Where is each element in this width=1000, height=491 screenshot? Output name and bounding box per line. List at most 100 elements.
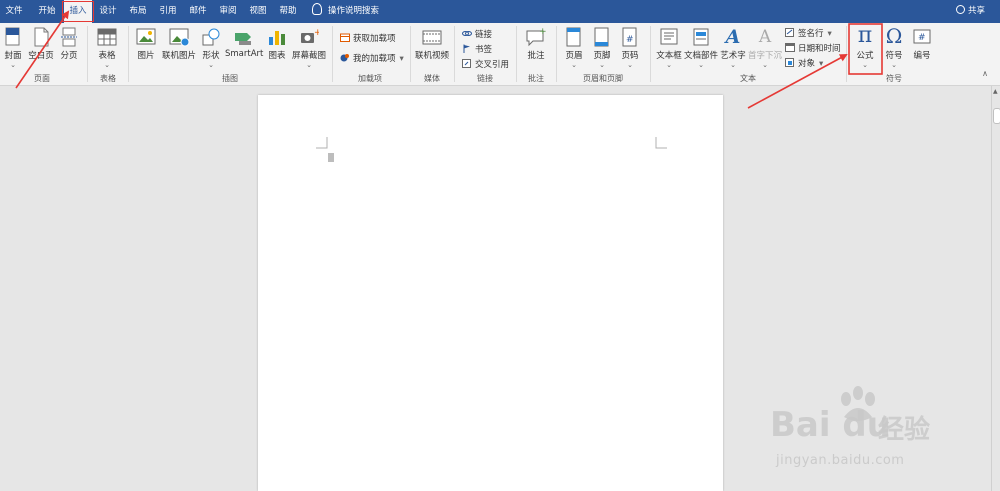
smartart-label: SmartArt xyxy=(225,49,264,59)
date-time-button[interactable]: 日期和时间 xyxy=(785,42,841,54)
comment-button[interactable]: + 批注 xyxy=(522,27,550,61)
chevron-down-icon: ⌄ xyxy=(730,61,736,69)
page-number-label: 页码 xyxy=(621,51,639,61)
screenshot-button[interactable]: + 屏幕截图 ⌄ xyxy=(291,27,327,69)
blank-page-icon xyxy=(34,27,49,47)
header-icon xyxy=(566,27,581,47)
group-label-header-footer: 页眉和页脚 xyxy=(583,74,623,83)
comment-icon: + xyxy=(526,27,547,47)
tab-references[interactable]: 引用 xyxy=(154,0,182,23)
wordart-icon: A xyxy=(725,26,741,48)
page-number-button[interactable]: # 页码 ⌄ xyxy=(618,27,642,69)
tab-design[interactable]: 设计 xyxy=(94,0,122,23)
drop-cap-icon: A xyxy=(758,27,772,47)
blank-page-button[interactable]: 空白页 xyxy=(28,27,54,61)
tab-view[interactable]: 视图 xyxy=(244,0,272,23)
textbox-button[interactable]: 文本框 ⌄ xyxy=(655,27,683,69)
signature-line-button[interactable]: 签名行 ▾ xyxy=(785,27,832,39)
collapse-ribbon-icon[interactable]: ∧ xyxy=(982,69,988,78)
person-icon xyxy=(955,5,965,14)
chevron-down-icon: ⌄ xyxy=(762,61,768,69)
online-video-icon xyxy=(422,30,442,45)
tab-review[interactable]: 审阅 xyxy=(214,0,242,23)
tab-mailings[interactable]: 邮件 xyxy=(184,0,212,23)
watermark-url: jingyan.baidu.com xyxy=(776,453,905,468)
addins-icon xyxy=(340,54,349,62)
equation-button[interactable]: π 公式 ⌄ xyxy=(850,23,880,70)
document-page[interactable] xyxy=(258,95,723,491)
object-icon xyxy=(785,58,794,67)
group-separator xyxy=(332,26,333,82)
bookmark-button[interactable]: 书签 xyxy=(462,43,492,55)
table-button[interactable]: 表格 ⌄ xyxy=(94,27,120,69)
chart-label: 图表 xyxy=(268,51,286,61)
group-separator xyxy=(454,26,455,82)
signature-line-label: 签名行 xyxy=(798,29,824,39)
group-label-links: 链接 xyxy=(477,74,493,83)
tab-insert[interactable]: 插入 xyxy=(62,0,94,23)
group-separator xyxy=(128,26,129,82)
share-button[interactable]: 共享 xyxy=(955,0,985,23)
share-label: 共享 xyxy=(967,6,985,16)
pi-icon: π xyxy=(857,23,873,48)
svg-text:#: # xyxy=(918,33,926,43)
group-separator xyxy=(650,26,651,82)
calendar-icon xyxy=(785,43,795,52)
get-addins-button[interactable]: 获取加载项 xyxy=(340,32,396,44)
link-label: 链接 xyxy=(475,30,493,40)
screenshot-icon: + xyxy=(301,28,319,43)
quick-parts-button[interactable]: 文档部件 ⌄ xyxy=(684,27,718,69)
my-addins-button[interactable]: 我的加载项 ▾ xyxy=(340,52,404,64)
online-picture-button[interactable]: 联机图片 xyxy=(161,27,197,61)
drop-cap-button[interactable]: A 首字下沉 ⌄ xyxy=(748,27,782,69)
group-label-addins: 加载项 xyxy=(358,74,382,83)
chevron-down-icon: ⌄ xyxy=(10,61,16,69)
lightbulb-icon xyxy=(312,3,322,15)
group-label-media: 媒体 xyxy=(424,74,440,83)
smartart-button[interactable]: SmartArt xyxy=(225,27,263,59)
svg-text:+: + xyxy=(314,28,319,38)
chart-button[interactable]: 图表 xyxy=(265,27,289,61)
textbox-icon xyxy=(660,28,678,45)
footer-button[interactable]: 页脚 ⌄ xyxy=(590,27,614,69)
online-video-label: 联机视频 xyxy=(414,51,449,61)
tab-file[interactable]: 文件 xyxy=(0,0,28,23)
tab-layout[interactable]: 布局 xyxy=(124,0,152,23)
chevron-down-icon: ⌄ xyxy=(571,61,577,69)
watermark-jingyan: 经验 xyxy=(878,415,931,445)
chevron-down-icon: ⌄ xyxy=(891,61,897,69)
group-separator xyxy=(846,26,847,82)
chevron-down-icon: ⌄ xyxy=(627,61,633,69)
blank-page-label: 空白页 xyxy=(28,51,54,61)
header-button[interactable]: 页眉 ⌄ xyxy=(562,27,586,69)
chevron-down-icon: ⌄ xyxy=(666,61,672,69)
cover-page-button[interactable]: 封面 ⌄ xyxy=(2,27,24,69)
cross-reference-button[interactable]: 交叉引用 xyxy=(462,58,509,70)
tab-home[interactable]: 开始 xyxy=(32,0,62,23)
symbol-button[interactable]: Ω 符号 ⌄ xyxy=(882,25,906,69)
online-picture-label: 联机图片 xyxy=(161,51,196,61)
scrollbar-thumb[interactable] xyxy=(993,108,1000,124)
page-break-button[interactable]: 分页 xyxy=(58,27,80,61)
link-button[interactable]: 链接 xyxy=(462,28,492,40)
table-icon xyxy=(97,28,117,46)
group-label-illustrations: 插图 xyxy=(222,74,238,83)
date-time-label: 日期和时间 xyxy=(798,44,841,54)
shapes-label: 形状 xyxy=(202,51,220,61)
textbox-label: 文本框 xyxy=(656,51,682,61)
vertical-scrollbar[interactable]: ▲ xyxy=(991,86,1000,491)
cross-reference-icon xyxy=(462,59,471,68)
chart-icon xyxy=(269,31,285,45)
tell-me-search[interactable]: 操作说明搜索 xyxy=(312,0,379,23)
shapes-button[interactable]: 形状 ⌄ xyxy=(199,27,223,69)
wordart-button[interactable]: A 艺术字 ⌄ xyxy=(720,27,746,69)
picture-button[interactable]: 图片 xyxy=(134,27,158,61)
group-label-comments: 批注 xyxy=(528,74,544,83)
tab-help[interactable]: 帮助 xyxy=(274,0,302,23)
watermark-logo: Bai du xyxy=(770,405,891,445)
ribbon-tab-bar: 文件 开始 插入 设计 布局 引用 邮件 审阅 视图 帮助 操作说明搜索 共享 xyxy=(0,0,1000,23)
online-video-button[interactable]: 联机视频 xyxy=(414,27,450,61)
scroll-up-arrow-icon[interactable]: ▲ xyxy=(993,88,998,95)
numbering-button[interactable]: # 编号 xyxy=(909,27,935,61)
object-button[interactable]: 对象 ▾ xyxy=(785,57,823,69)
